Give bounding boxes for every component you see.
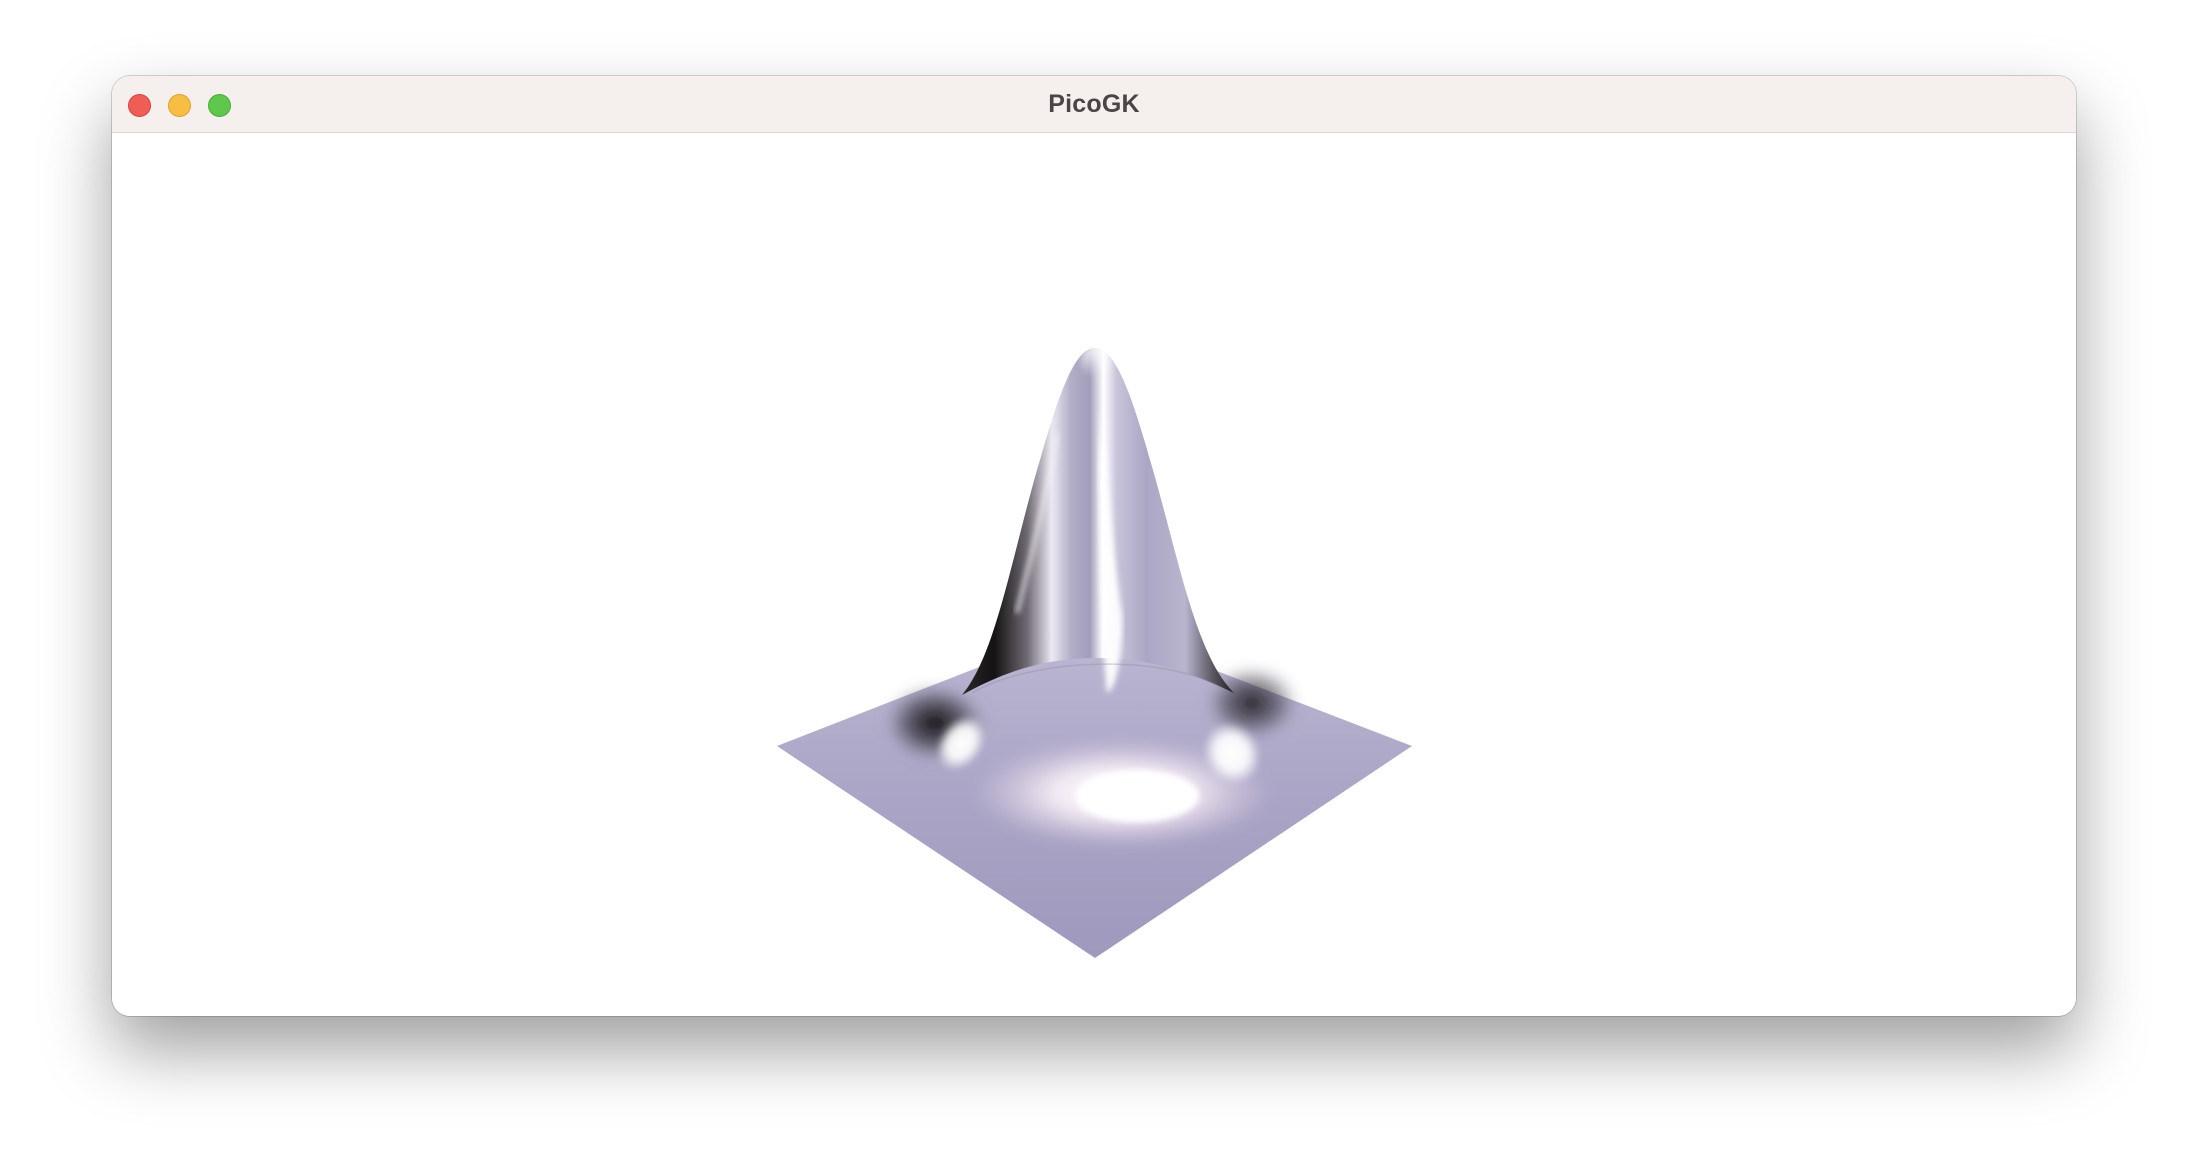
scene-render [777, 345, 1412, 958]
window-title: PicoGK [1048, 90, 1140, 118]
title-bar[interactable]: PicoGK [112, 76, 2076, 133]
3d-viewport[interactable] [112, 133, 2076, 1016]
surface-peak [962, 345, 1234, 695]
surface-plane [777, 623, 1412, 958]
app-window: PicoGK [112, 76, 2076, 1016]
desktop: PicoGK [0, 0, 2186, 1164]
